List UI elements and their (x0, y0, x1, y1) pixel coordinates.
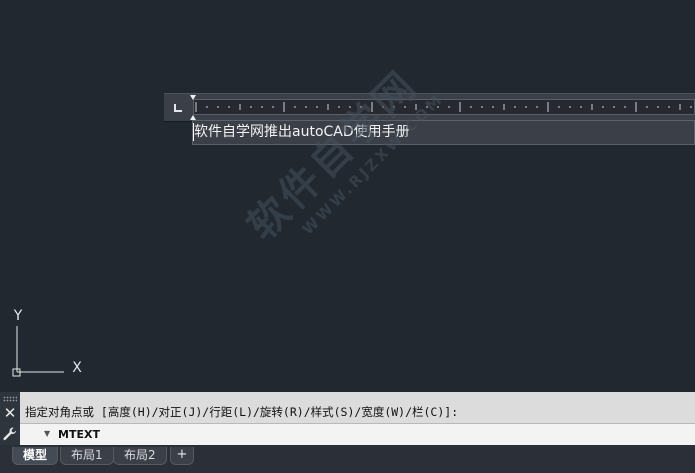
watermark-text: 软件自学网 (239, 61, 428, 250)
command-line-sidebar: ✕ (0, 392, 20, 445)
close-icon[interactable]: ✕ (2, 405, 18, 421)
layout-tabs: 模型 布局1 布局2 + (0, 445, 695, 473)
watermark: 软件自学网 WWW.RJZXW.COM (232, 48, 447, 263)
wrench-icon[interactable] (2, 426, 18, 442)
mtext-editor[interactable]: 软件自学网推出autoCAD使用手册 (192, 120, 695, 145)
ucs-icon: Y X (0, 300, 100, 390)
drawing-canvas[interactable]: 软件自学网推出autoCAD使用手册 软件自学网 WWW.RJZXW.COM Y… (0, 0, 695, 392)
tab-layout2[interactable]: 布局2 (113, 447, 167, 465)
command-history-text: 指定对角点或 [高度(H)/对正(J)/行距(L)/旋转(R)/样式(S)/宽度… (25, 405, 459, 419)
recent-commands-dropdown-icon[interactable]: ▼ (44, 427, 58, 441)
tab-model[interactable]: 模型 (12, 447, 59, 465)
tab-layout1[interactable]: 布局1 (60, 447, 114, 465)
mtext-ruler[interactable] (164, 93, 695, 122)
first-line-indent-marker[interactable] (190, 95, 196, 100)
drag-grip-icon[interactable] (3, 396, 17, 402)
ucs-x-label: X (72, 360, 82, 376)
command-history: 指定对角点或 [高度(H)/对正(J)/行距(L)/旋转(R)/样式(S)/宽度… (20, 392, 695, 424)
ucs-y-label: Y (13, 308, 23, 324)
mtext-content[interactable]: 软件自学网推出autoCAD使用手册 (194, 123, 410, 141)
tab-stop-type-icon[interactable] (164, 94, 192, 121)
ruler-scale[interactable] (193, 99, 695, 115)
command-line: ✕ 指定对角点或 [高度(H)/对正(J)/行距(L)/旋转(R)/样式(S)/… (0, 392, 695, 445)
command-input[interactable]: ▼ MTEXT (20, 424, 695, 445)
add-layout-button[interactable]: + (170, 447, 194, 465)
ruler-ticks (195, 102, 692, 112)
command-prompt: MTEXT (58, 428, 100, 441)
